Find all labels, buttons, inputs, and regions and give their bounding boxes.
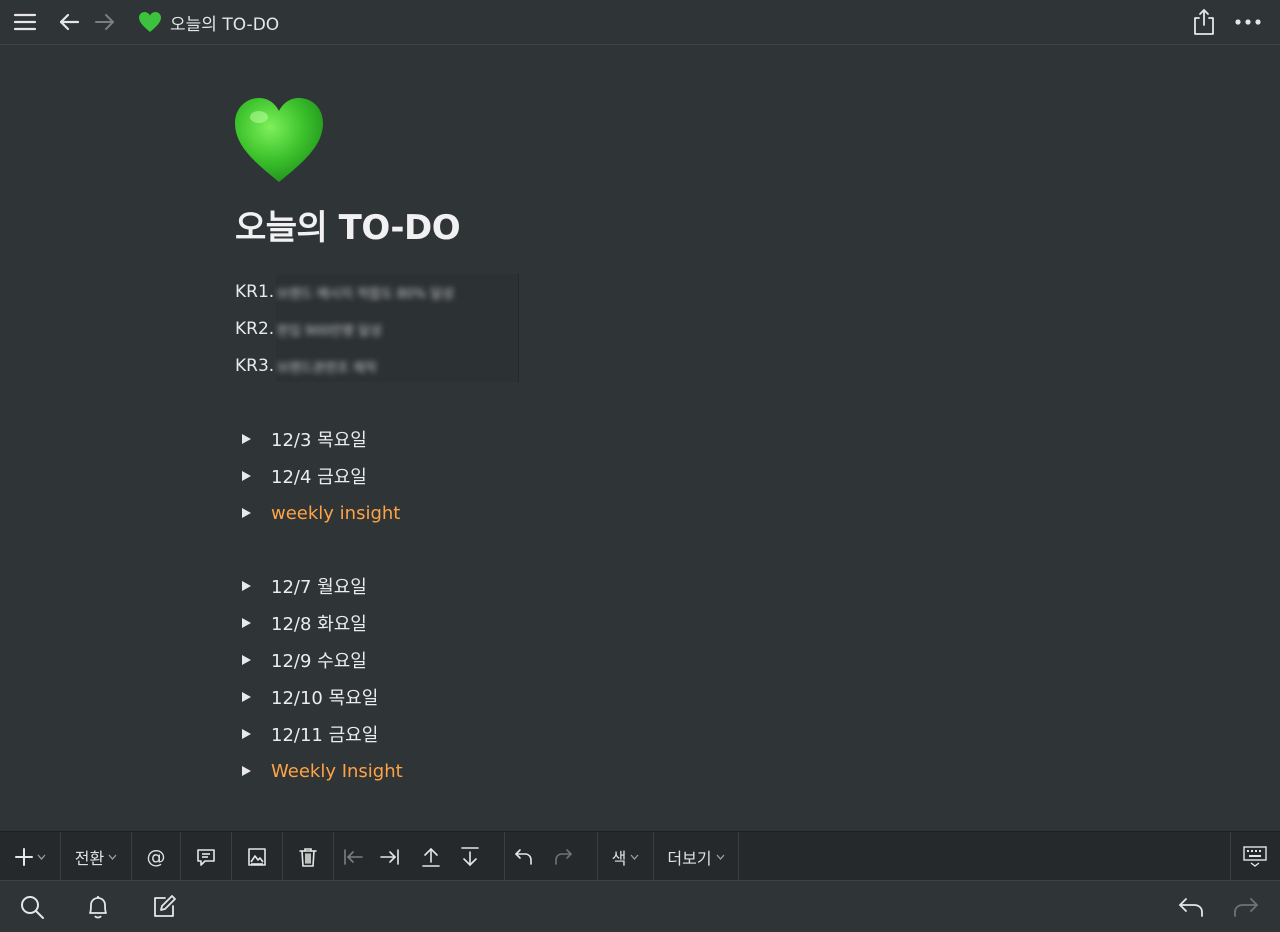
trash-icon xyxy=(299,847,317,867)
toggle-triangle-icon[interactable] xyxy=(242,766,251,776)
page-title[interactable]: 오늘의 TO-DO xyxy=(235,200,461,249)
chevron-down-icon xyxy=(630,854,639,860)
keyboard-icon xyxy=(1243,845,1267,867)
arrow-down-icon xyxy=(461,846,479,866)
redo-button[interactable] xyxy=(545,832,581,881)
more-options-icon[interactable] xyxy=(1232,6,1264,38)
breadcrumb[interactable]: 오늘의 TO-DO xyxy=(138,9,279,35)
toggle-block[interactable]: 12/10 목요일 xyxy=(238,684,378,710)
key-result-text: 판입 900만명 달성 xyxy=(277,323,382,339)
key-result-text: 브랜드 메시지 적합도 80% 달성 xyxy=(277,286,454,302)
toggle-label: 12/11 금요일 xyxy=(271,725,379,746)
plus-icon xyxy=(14,847,33,866)
key-result-row[interactable]: KR3. 브랜드관련조 제작 xyxy=(235,353,377,379)
more-button[interactable]: 더보기 xyxy=(654,832,738,881)
mention-button[interactable]: @ xyxy=(132,832,180,881)
bottom-navigation-bar xyxy=(0,880,1280,932)
move-up-button[interactable] xyxy=(413,832,449,881)
undo-button[interactable] xyxy=(506,832,542,881)
mention-label: @ xyxy=(146,845,166,868)
key-result-label: KR2. xyxy=(235,319,275,339)
move-down-button[interactable] xyxy=(452,832,488,881)
share-icon[interactable] xyxy=(1188,6,1220,38)
toggle-block[interactable]: 12/7 월요일 xyxy=(238,573,367,599)
key-result-row[interactable]: KR1. 브랜드 메시지 적합도 80% 달성 xyxy=(235,279,454,305)
toggle-label: 12/10 목요일 xyxy=(271,688,379,709)
menu-icon[interactable] xyxy=(9,6,41,38)
back-icon[interactable] xyxy=(1175,891,1207,923)
key-result-row[interactable]: KR2. 판입 900만명 달성 xyxy=(235,316,382,342)
turn-into-label: 전환 xyxy=(74,848,105,868)
toggle-triangle-icon[interactable] xyxy=(242,729,251,739)
toggle-triangle-icon[interactable] xyxy=(242,434,251,444)
forward-arrow-icon[interactable] xyxy=(89,6,121,38)
indent-button[interactable] xyxy=(372,832,408,881)
toggle-block[interactable]: weekly insight xyxy=(238,500,400,526)
green-heart-icon[interactable] xyxy=(233,95,325,185)
green-heart-icon xyxy=(139,12,161,32)
image-icon xyxy=(248,847,266,866)
edit-toolbar: 전환 @ 색 더보기 xyxy=(0,831,1280,881)
color-button[interactable]: 색 xyxy=(598,832,653,881)
comment-icon xyxy=(197,848,215,866)
turn-into-button[interactable]: 전환 xyxy=(61,832,131,881)
toggle-triangle-icon[interactable] xyxy=(242,581,251,591)
toggle-triangle-icon[interactable] xyxy=(242,471,251,481)
forward-icon[interactable] xyxy=(1230,891,1262,923)
toggle-label: Weekly Insight xyxy=(271,760,403,782)
key-result-label: KR1. xyxy=(235,282,275,302)
toggle-block[interactable]: 12/8 화요일 xyxy=(238,610,367,636)
bell-icon[interactable] xyxy=(82,891,114,923)
toggle-label: 12/7 월요일 xyxy=(271,577,367,598)
comment-button[interactable] xyxy=(181,832,231,881)
delete-button[interactable] xyxy=(283,832,333,881)
toggle-triangle-icon[interactable] xyxy=(242,508,251,518)
search-icon[interactable] xyxy=(16,891,48,923)
toggle-label: 12/3 목요일 xyxy=(271,430,367,451)
outdent-icon xyxy=(344,848,363,865)
toggle-block[interactable]: Weekly Insight xyxy=(238,758,403,784)
back-arrow-icon[interactable] xyxy=(53,6,85,38)
toggle-triangle-icon[interactable] xyxy=(242,618,251,628)
toggle-triangle-icon[interactable] xyxy=(242,692,251,702)
toggle-triangle-icon[interactable] xyxy=(242,655,251,665)
arrow-up-icon xyxy=(422,847,440,867)
key-result-text: 브랜드관련조 제작 xyxy=(277,360,377,376)
hide-keyboard-button[interactable] xyxy=(1232,832,1278,881)
toggle-label: 12/9 수요일 xyxy=(271,651,367,672)
new-page-icon[interactable] xyxy=(148,891,180,923)
more-label: 더보기 xyxy=(667,848,712,868)
key-result-label: KR3. xyxy=(235,356,275,376)
breadcrumb-title: 오늘의 TO-DO xyxy=(170,14,280,35)
toggle-block[interactable]: 12/11 금요일 xyxy=(238,721,378,747)
outdent-button[interactable] xyxy=(336,832,370,881)
chevron-down-icon xyxy=(37,854,45,860)
redo-icon xyxy=(555,848,572,865)
chevron-down-icon xyxy=(716,854,725,860)
toggle-label: 12/8 화요일 xyxy=(271,614,367,635)
chevron-down-icon xyxy=(108,854,117,860)
toggle-label: 12/4 금요일 xyxy=(271,467,367,488)
toggle-block[interactable]: 12/9 수요일 xyxy=(238,647,367,673)
toggle-block[interactable]: 12/4 금요일 xyxy=(238,463,367,489)
indent-icon xyxy=(380,848,399,865)
color-label: 색 xyxy=(611,848,627,868)
top-navigation-bar: 오늘의 TO-DO xyxy=(0,0,1280,45)
image-button[interactable] xyxy=(232,832,282,881)
add-block-button[interactable] xyxy=(8,832,52,881)
toggle-label: weekly insight xyxy=(271,502,401,524)
toggle-block[interactable]: 12/3 목요일 xyxy=(238,426,367,452)
undo-icon xyxy=(515,848,532,865)
